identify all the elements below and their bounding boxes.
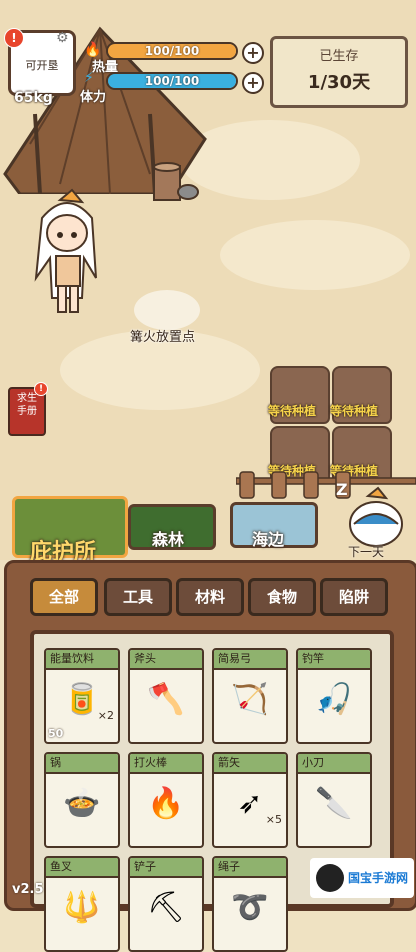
item-durability-badge: 50 — [48, 727, 64, 740]
item-name: 锅 — [46, 754, 118, 774]
heat-bar: 100/100 — [106, 42, 238, 60]
watermark-text: 国宝手游网 — [348, 871, 409, 885]
inventory-item[interactable]: 箭矢 ➶ ×5 — [212, 752, 288, 848]
campfire-spot[interactable] — [134, 290, 200, 330]
pot-icon: 🍲 — [63, 786, 101, 821]
panda-logo-icon — [316, 864, 344, 892]
fishing-rod-icon: 🎣 — [315, 682, 353, 717]
inventory-item[interactable]: 铲子 ⛏ — [128, 856, 204, 952]
knife-icon: 🔪 — [315, 786, 353, 821]
item-name: 鱼叉 — [46, 858, 118, 878]
shovel-icon: ⛏ — [146, 890, 186, 925]
heat-bar-fill: 100/100 — [108, 44, 236, 58]
stamina-bar: 100/100 — [106, 72, 238, 90]
manual-alert-icon: ! — [34, 382, 48, 396]
item-name: 斧头 — [130, 650, 202, 670]
bow-icon: 🏹 — [231, 682, 269, 717]
fire-stick-icon: 🔥 — [147, 786, 185, 821]
survival-days-panel: 已生存 1/30天 — [270, 36, 408, 108]
next-day-label: 下一天 — [348, 545, 385, 559]
item-quantity: ×2 — [97, 709, 114, 722]
player-character[interactable] — [22, 188, 112, 318]
inventory-item[interactable]: 能量饮料 🥫 ×2 50 — [44, 648, 120, 744]
ground-patch — [220, 220, 410, 290]
item-quantity: ×5 — [265, 813, 282, 826]
plot-status: 等待种植 — [330, 404, 379, 418]
item-name: 简易弓 — [214, 650, 286, 670]
item-name: 打火棒 — [130, 754, 202, 774]
item-name: 铲子 — [130, 858, 202, 878]
location-forest-label: 森林 — [152, 530, 185, 549]
plot-status: 等待种植 — [268, 404, 317, 418]
item-name: 绳子 — [214, 858, 286, 878]
location-beach-label: 海边 — [252, 530, 285, 549]
add-stamina-button[interactable]: + — [242, 72, 264, 94]
item-name: 钓竿 — [298, 650, 370, 670]
inventory-item[interactable]: 斧头 🪓 — [128, 648, 204, 744]
gear-icon[interactable]: ⚙ — [56, 30, 69, 46]
inventory-item[interactable]: 锅 🍲 — [44, 752, 120, 848]
axe-icon: 🪓 — [147, 682, 185, 717]
watermark: 国宝手游网 — [310, 858, 414, 898]
add-heat-button[interactable]: + — [242, 42, 264, 64]
tab-all[interactable]: 全部 — [30, 578, 98, 616]
lightning-icon: ⚡ — [84, 70, 94, 86]
alert-icon: ! — [4, 28, 24, 48]
tab-traps[interactable]: 陷阱 — [320, 578, 388, 616]
item-name: 小刀 — [298, 754, 370, 774]
harpoon-icon: 🔱 — [63, 890, 101, 925]
survived-title: 已生存 — [319, 49, 359, 64]
manual-label-line2: 手册 — [17, 406, 37, 417]
inventory-item[interactable]: 打火棒 🔥 — [128, 752, 204, 848]
inventory-item[interactable]: 鱼叉 🔱 — [44, 856, 120, 952]
inventory-item[interactable]: 钓竿 🎣 — [296, 648, 372, 744]
campfire-spot-label: 篝火放置点 — [130, 330, 196, 345]
sleep-z-icon: Z — [336, 480, 348, 499]
inventory-item[interactable]: 小刀 🔪 — [296, 752, 372, 848]
stamina-bar-fill: 100/100 — [108, 74, 236, 88]
stamina-label: 体力 — [80, 90, 107, 105]
rope-icon: ➰ — [231, 890, 269, 925]
tab-tools[interactable]: 工具 — [104, 578, 172, 616]
heat-value: 100/100 — [144, 44, 200, 58]
tab-materials[interactable]: 材料 — [176, 578, 244, 616]
inventory-item[interactable]: 简易弓 🏹 — [212, 648, 288, 744]
stamina-value: 100/100 — [144, 74, 200, 88]
tab-food[interactable]: 食物 — [248, 578, 316, 616]
item-name: 箭矢 — [214, 754, 286, 774]
weight-readout: 65kg — [14, 90, 53, 106]
item-name: 能量饮料 — [46, 650, 118, 670]
log-stump — [153, 162, 199, 201]
survived-days: 1/30天 — [307, 72, 371, 93]
inventory-item[interactable]: 绳子 ➰ — [212, 856, 288, 952]
version-label: v2.5 — [12, 882, 44, 897]
cultivable-label: 可开垦 — [25, 59, 59, 72]
